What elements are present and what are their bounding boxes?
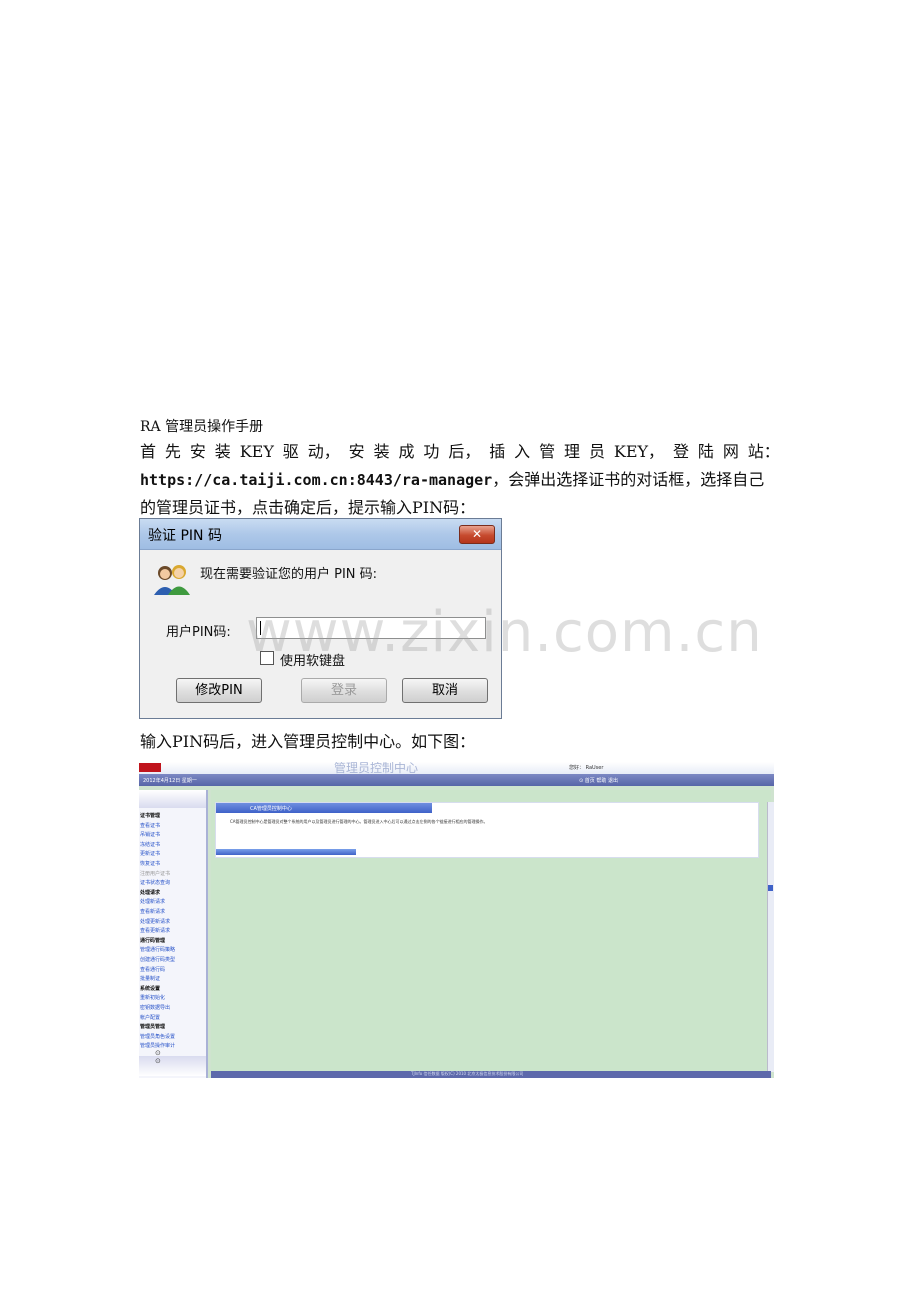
login-button[interactable]: 登录 xyxy=(301,678,387,703)
sidebar-item[interactable]: 查看证书 xyxy=(140,822,160,829)
intro-token: 成 xyxy=(398,442,415,461)
intro-token: 安 xyxy=(189,442,206,461)
intro-token: 管 xyxy=(539,442,556,461)
sidebar-item[interactable]: 管理通行码策略 xyxy=(140,946,175,953)
close-button[interactable]: ✕ xyxy=(459,525,495,544)
dialog-titlebar: 验证 PIN 码 ✕ xyxy=(140,519,501,550)
brand-logo xyxy=(139,763,161,772)
pin-prompt: 现在需要验证您的用户 PIN 码: xyxy=(200,567,378,582)
sidebar-group: 通行码管理 xyxy=(140,937,166,944)
intro-line-1: 首先安装 KEY 驱动，安装成功后，插入管理员 KEY，登陆网站： xyxy=(140,438,780,466)
intro-token: 首 xyxy=(140,442,157,461)
intro-token: 员 xyxy=(588,442,605,461)
watermark: www.zixin.com.cn xyxy=(246,600,763,665)
dialog-title: 验证 PIN 码 xyxy=(148,528,222,544)
intro-token: 网 xyxy=(722,442,739,461)
console-sidebar: ⊙ ⊙ 证书管理查看证书吊销证书冻结证书更新证书恢复证书注册用户证书 证书状态查询… xyxy=(139,790,208,1078)
sidebar-scroll-arrows[interactable]: ⊙ ⊙ xyxy=(155,1049,206,1065)
sidebar-item[interactable]: 恢复证书 xyxy=(140,860,160,867)
intro-token: 安 xyxy=(348,442,365,461)
cancel-button[interactable]: 取消 xyxy=(402,678,488,703)
sidebar-top xyxy=(139,790,206,808)
panel-progress-bar xyxy=(216,849,356,855)
intro-token: 入 xyxy=(514,442,531,461)
intro-token: 插 xyxy=(489,442,506,461)
intro-line-2-text: ，会弹出选择证书的对话框，选择自己 xyxy=(492,470,765,489)
sidebar-item[interactable]: 证书状态查询 xyxy=(140,879,170,886)
footer-text: TJInfo 信任数据 版权(C) 2010 北京太极信息技术股份有限公司 xyxy=(411,1071,524,1076)
intro-token: 先 xyxy=(164,442,181,461)
sidebar-item[interactable]: 处理更新请求 xyxy=(140,918,170,925)
console-scrollbar[interactable] xyxy=(767,802,774,1072)
sidebar-item[interactable]: 密钥数据导出 xyxy=(140,1004,170,1011)
sidebar-item[interactable]: 冻结证书 xyxy=(140,841,160,848)
panel-description: CA管理员控制中心是管理员对整个系统的用户以及管理员进行管理的中心。管理员进入中… xyxy=(230,819,488,824)
sidebar-item[interactable]: 吊销证书 xyxy=(140,831,160,838)
intro-token: 站： xyxy=(747,442,780,461)
ra-manager-url[interactable]: https://ca.taiji.com.cn:8443/ra-manager xyxy=(140,471,492,489)
sidebar-group: 系统设置 xyxy=(140,985,161,992)
sidebar-item[interactable]: 创建通行码类型 xyxy=(140,956,175,963)
sidebar-item[interactable]: 帐户配置 xyxy=(140,1014,160,1021)
intro-token: 驱 xyxy=(282,442,299,461)
welcome-panel: CA管理员控制中心 CA管理员控制中心是管理员对整个系统的用户以及管理员进行管理… xyxy=(215,802,759,858)
panel-tab[interactable]: CA管理员控制中心 xyxy=(216,803,402,813)
sidebar-item[interactable]: 查看新请求 xyxy=(140,908,165,915)
sidebar-group: 处理请求 xyxy=(140,889,161,896)
intro-token: 装 xyxy=(373,442,390,461)
panel-tab-secondary[interactable] xyxy=(402,803,432,813)
intro-token: KEY， xyxy=(613,442,665,461)
intro-token: 登 xyxy=(672,442,689,461)
sidebar-item[interactable]: 注册用户证书 xyxy=(140,870,170,877)
intro-paragraph: 首先安装 KEY 驱动，安装成功后，插入管理员 KEY，登陆网站： https://c… xyxy=(140,438,780,522)
modify-pin-button[interactable]: 修改PIN xyxy=(176,678,262,703)
intro-token: KEY xyxy=(239,442,274,461)
sidebar-group: 证书管理 xyxy=(140,813,161,819)
intro-token: 陆 xyxy=(697,442,714,461)
date-text: 2012年4月12日 星期一 xyxy=(143,778,197,784)
sidebar-item[interactable]: 管理员操作审计 xyxy=(140,1042,175,1049)
intro-token: 装 xyxy=(214,442,231,461)
panel-tab-title: CA管理员控制中心 xyxy=(250,806,292,812)
sidebar-item[interactable]: 批量制证 xyxy=(140,975,160,982)
sidebar-item[interactable]: 查看通行码 xyxy=(140,966,165,973)
intro-line-2: https://ca.taiji.com.cn:8443/ra-manager，… xyxy=(140,466,780,494)
admin-console-screenshot: 管理员控制中心 您好： RaUser 2012年4月12日 星期一 ⊙ 首页 帮… xyxy=(139,762,774,1078)
console-main: CA管理员控制中心 CA管理员控制中心是管理员对整个系统的用户以及管理员进行管理… xyxy=(211,790,771,1072)
sidebar-item[interactable]: 管理员角色设置 xyxy=(140,1033,175,1040)
second-paragraph: 输入PIN码后，进入管理员控制中心。如下图： xyxy=(140,732,476,751)
pin-label: 用户PIN码: xyxy=(166,625,231,640)
user-greeting: 您好： RaUser xyxy=(569,765,604,771)
sidebar-group: 管理员管理 xyxy=(140,1024,166,1031)
sidebar-item[interactable]: 处理新请求 xyxy=(140,898,165,905)
sidebar-item[interactable]: 更新证书 xyxy=(140,850,160,857)
console-topbar: 2012年4月12日 星期一 ⊙ 首页 帮助 退出 xyxy=(139,774,774,786)
console-footer: TJInfo 信任数据 版权(C) 2010 北京太极信息技术股份有限公司 xyxy=(211,1071,771,1078)
sidebar-item[interactable]: 重新初始化 xyxy=(140,994,165,1001)
users-icon xyxy=(154,565,190,595)
top-nav[interactable]: ⊙ 首页 帮助 退出 xyxy=(579,777,618,784)
console-header: 管理员控制中心 您好： RaUser xyxy=(139,762,774,775)
intro-token: 理 xyxy=(564,442,581,461)
intro-token: 后， xyxy=(448,442,481,461)
sidebar-item[interactable]: 查看更新请求 xyxy=(140,927,170,934)
scrollbar-thumb[interactable] xyxy=(768,885,773,891)
document-title: RA 管理员操作手册 xyxy=(140,419,264,435)
intro-token: 动， xyxy=(307,442,340,461)
intro-token: 功 xyxy=(423,442,440,461)
